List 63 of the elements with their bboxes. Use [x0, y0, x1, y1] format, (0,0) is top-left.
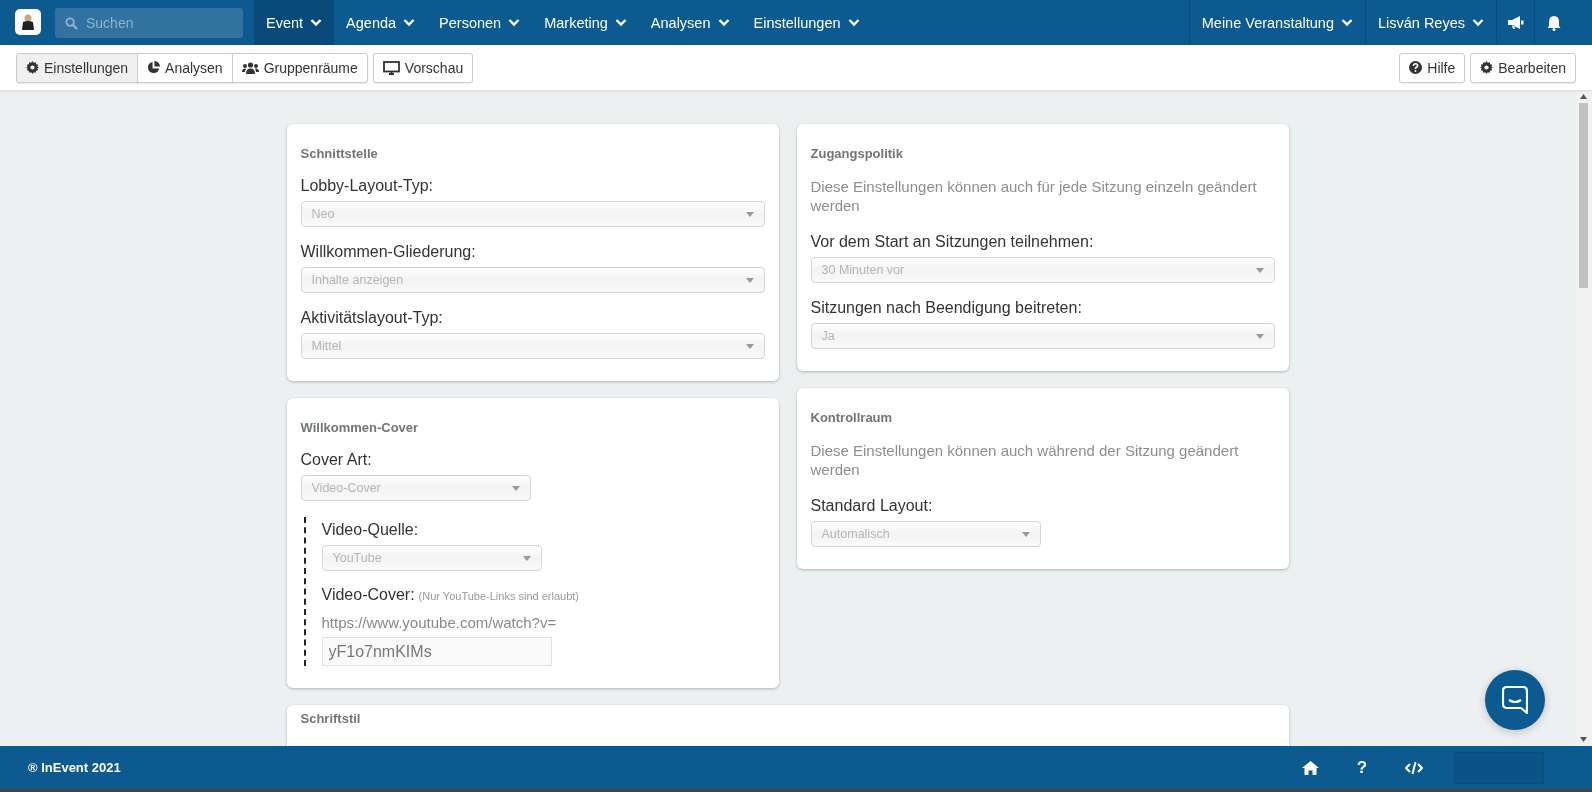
dropdown-caret-icon: [745, 343, 754, 349]
dropdown-caret-icon: [745, 211, 754, 217]
copyright-text: ® InEvent 2021: [28, 760, 121, 775]
chevron-down-icon: [847, 18, 860, 27]
chevron-down-icon: [508, 18, 521, 27]
edit-button[interactable]: Bearbeiten: [1470, 52, 1576, 83]
field-label: Vor dem Start an Sitzungen teilnehmen:: [810, 233, 1095, 251]
nav-menu-item[interactable]: Agenda: [334, 0, 428, 45]
field-label: Cover Art:: [300, 451, 373, 469]
dropdown-caret-icon: [745, 277, 754, 283]
gear-icon: [26, 61, 39, 74]
search-icon: [65, 17, 78, 30]
scrollbar-thumb[interactable]: [1579, 103, 1588, 288]
chevron-down-icon: [717, 18, 730, 27]
help-link[interactable]: ?: [1336, 757, 1388, 778]
chevron-down-icon: [614, 18, 627, 27]
nav-menu-item[interactable]: Analysen: [638, 0, 742, 45]
toolbar-tab[interactable]: Einstellungen: [16, 52, 139, 83]
nav-menu-item[interactable]: Personen: [427, 0, 533, 45]
field-label: Standard Layout:: [810, 497, 934, 515]
card-title: Willkommen-Cover: [300, 420, 420, 435]
help-button[interactable]: Hilfe: [1399, 52, 1466, 83]
video-id-input[interactable]: yF1o7nmKIMs: [321, 637, 552, 666]
pie-chart-icon: [147, 61, 161, 74]
card-title: Zugangspolitik: [810, 146, 904, 161]
gear-icon: [1480, 61, 1494, 74]
dropdown-caret-icon: [1255, 333, 1264, 339]
field-label: Willkommen-Gliederung:: [300, 243, 477, 261]
field-label: Sitzungen nach Beendigung beitreten:: [810, 299, 1083, 317]
nav-menu-item[interactable]: Marketing: [532, 0, 639, 45]
monitor-icon: [382, 60, 400, 75]
chevron-down-icon: [310, 18, 323, 27]
toolbar-tab[interactable]: Analysen: [137, 52, 233, 83]
url-prefix: https://www.youtube.com/watch?v=: [321, 614, 558, 631]
chevron-down-icon: [1340, 18, 1353, 27]
field-label: Lobby-Layout-Typ:: [300, 177, 435, 195]
dropdown-caret-icon: [1255, 267, 1264, 273]
field-label: Video-Quelle:: [321, 521, 420, 539]
card-title: Schnittstelle: [300, 146, 379, 161]
chevron-down-icon: [403, 18, 416, 27]
chat-icon: [1502, 686, 1528, 714]
card-description: Diese Einstellungen können auch für jede Sitzung einzeln geändert werden: [810, 177, 1258, 215]
dropdown-caret-icon: [1021, 531, 1030, 537]
scroll-up-arrow-icon[interactable]: [1580, 94, 1587, 99]
card-title: Kontrollraum: [810, 410, 894, 425]
chevron-down-icon: [1472, 18, 1484, 27]
toolbar-tab[interactable]: Gruppenräume: [231, 52, 368, 83]
card-title: Schriftstil: [300, 711, 362, 726]
scroll-down-arrow-icon[interactable]: [1580, 737, 1587, 742]
scrollbar[interactable]: [1575, 90, 1592, 746]
question-icon: [1409, 61, 1423, 74]
field-label: Video-Cover:: [321, 586, 415, 604]
dropdown-caret-icon: [511, 485, 520, 491]
nav-menu-item[interactable]: Einstellungen: [741, 0, 872, 45]
users-icon: [241, 61, 259, 74]
preview-button[interactable]: Vorschau: [372, 52, 474, 83]
dropdown-caret-icon: [522, 555, 531, 561]
field-label: Aktivitätslayout-Typ:: [300, 309, 444, 327]
logo-icon[interactable]: [15, 9, 41, 35]
nav-menu-item[interactable]: Event: [254, 0, 335, 45]
chat-button[interactable]: [1485, 670, 1545, 730]
card-description: Diese Einstellungen können auch während der Sitzung geändert werden: [810, 441, 1240, 479]
field-hint: (Nur YouTube-Links sind erlaubt): [418, 590, 579, 602]
